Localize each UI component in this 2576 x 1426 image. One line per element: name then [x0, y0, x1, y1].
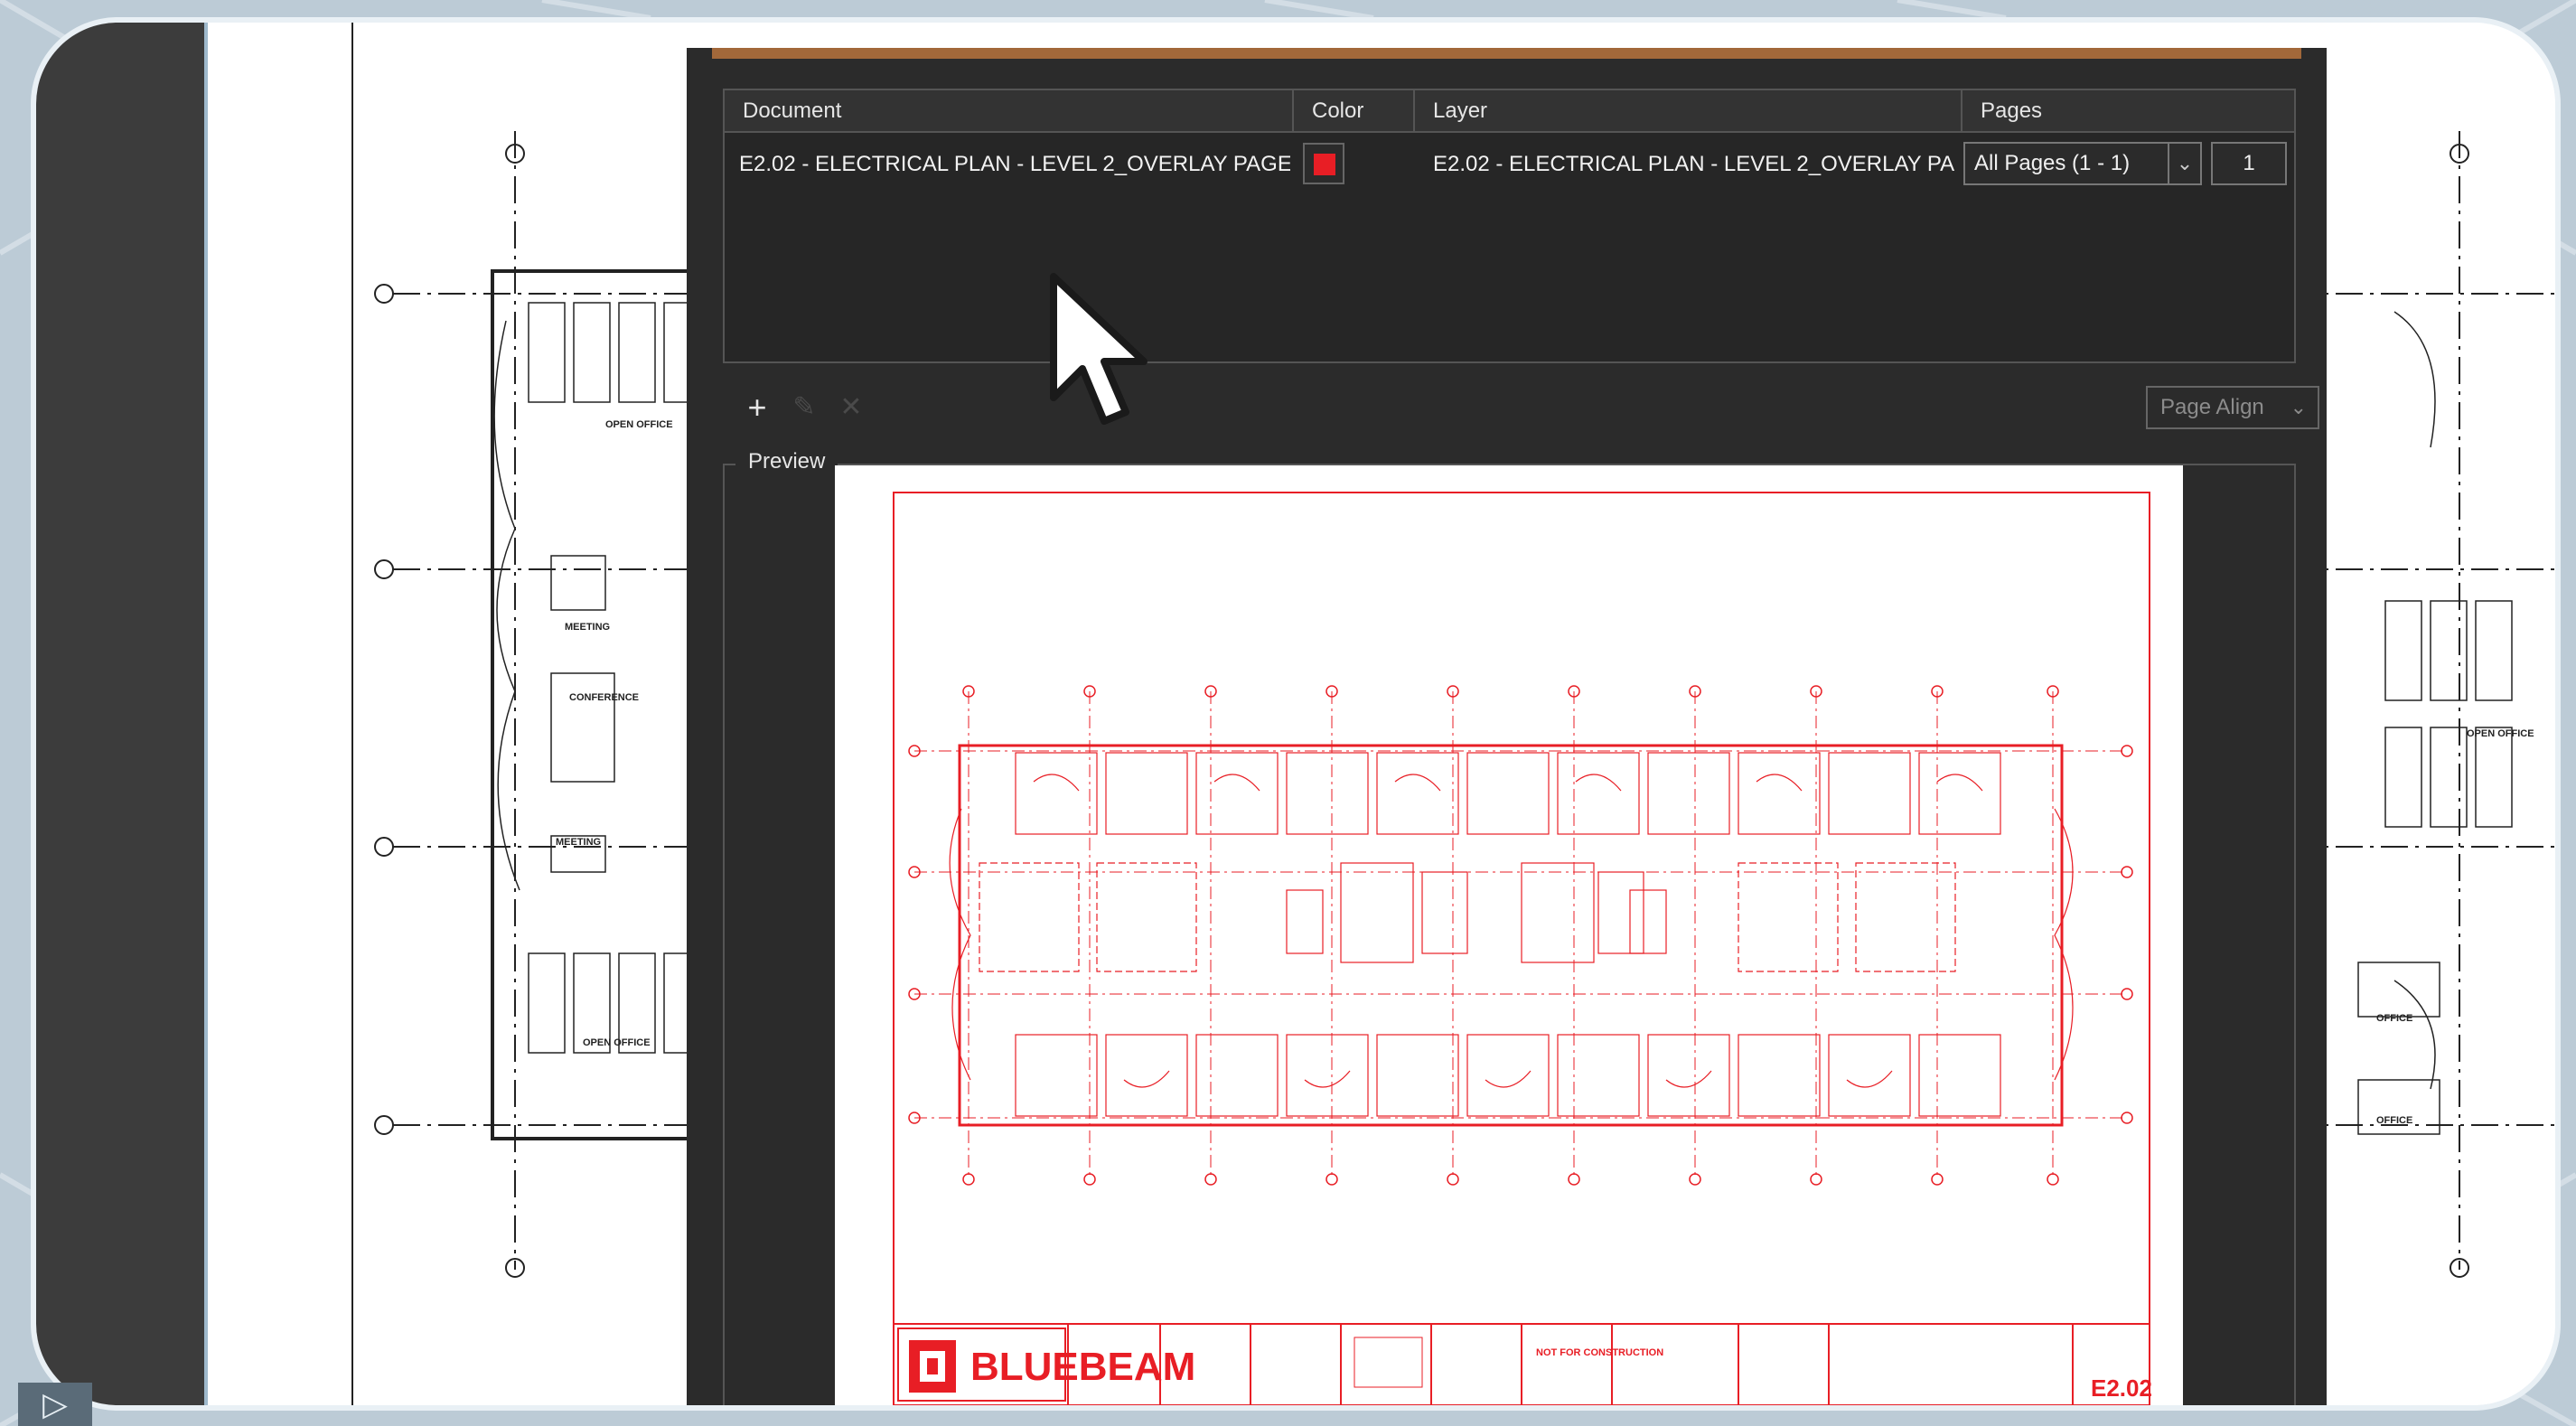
color-swatch [1314, 154, 1335, 175]
column-pages[interactable]: Pages [1962, 90, 2294, 131]
chevron-down-icon: ⌄ [2290, 396, 2307, 418]
svg-text:OPEN OFFICE: OPEN OFFICE [2467, 728, 2534, 739]
mouse-pointer-icon [1050, 273, 1147, 425]
documents-table: Document Color Layer Pages E2.02 - ELECT… [723, 89, 2296, 363]
pages-select-value: All Pages (1 - 1) [1974, 151, 2131, 175]
x-icon[interactable]: ✕ [833, 389, 869, 426]
overlay-plan-preview: BLUEBEAM NOT FOR CONSTRUCTION E2.02 [893, 492, 2152, 1406]
page-number-input[interactable]: 1 [2211, 142, 2287, 185]
column-document[interactable]: Document [725, 90, 1294, 131]
pages-select[interactable]: All Pages (1 - 1) ⌄ [1963, 142, 2202, 185]
svg-text:OFFICE: OFFICE [2376, 1115, 2412, 1126]
svg-text:OPEN OFFICE: OPEN OFFICE [583, 1037, 651, 1048]
row-document-name[interactable]: E2.02 - ELECTRICAL PLAN - LEVEL 2_OVERLA… [739, 145, 1290, 184]
table-header: Document Color Layer Pages [725, 90, 2294, 133]
svg-text:OFFICE: OFFICE [2376, 1013, 2412, 1024]
preview-label: Preview [735, 449, 838, 474]
svg-text:OPEN OFFICE: OPEN OFFICE [605, 419, 673, 430]
column-layer[interactable]: Layer [1415, 90, 1962, 131]
stamp-text: NOT FOR CONSTRUCTION [1536, 1347, 1663, 1358]
svg-text:CONFERENCE: CONFERENCE [569, 692, 639, 703]
page-align-label: Page Align [2160, 395, 2264, 419]
brand-text: BLUEBEAM [970, 1345, 1195, 1389]
chevron-down-icon[interactable]: ⌄ [2168, 144, 2200, 183]
play-icon[interactable]: ▷ [18, 1383, 92, 1426]
dialog-accent-bar [712, 48, 2301, 59]
preview-page: BLUEBEAM NOT FOR CONSTRUCTION E2.02 [835, 465, 2183, 1406]
plus-icon[interactable]: + [739, 389, 775, 426]
svg-text:MEETING: MEETING [556, 837, 601, 848]
page-align-dropdown[interactable]: Page Align ⌄ [2146, 386, 2319, 429]
row-layer-name[interactable]: E2.02 - ELECTRICAL PLAN - LEVEL 2_OVERLA… [1433, 145, 1955, 184]
column-color[interactable]: Color [1294, 90, 1415, 131]
sheet-number: E2.02 [2091, 1374, 2152, 1402]
pencil-icon[interactable]: ✎ [786, 389, 822, 426]
bluebeam-logo [909, 1340, 956, 1393]
color-picker[interactable] [1303, 143, 1344, 184]
svg-text:MEETING: MEETING [565, 622, 610, 633]
left-panel [36, 23, 204, 1405]
